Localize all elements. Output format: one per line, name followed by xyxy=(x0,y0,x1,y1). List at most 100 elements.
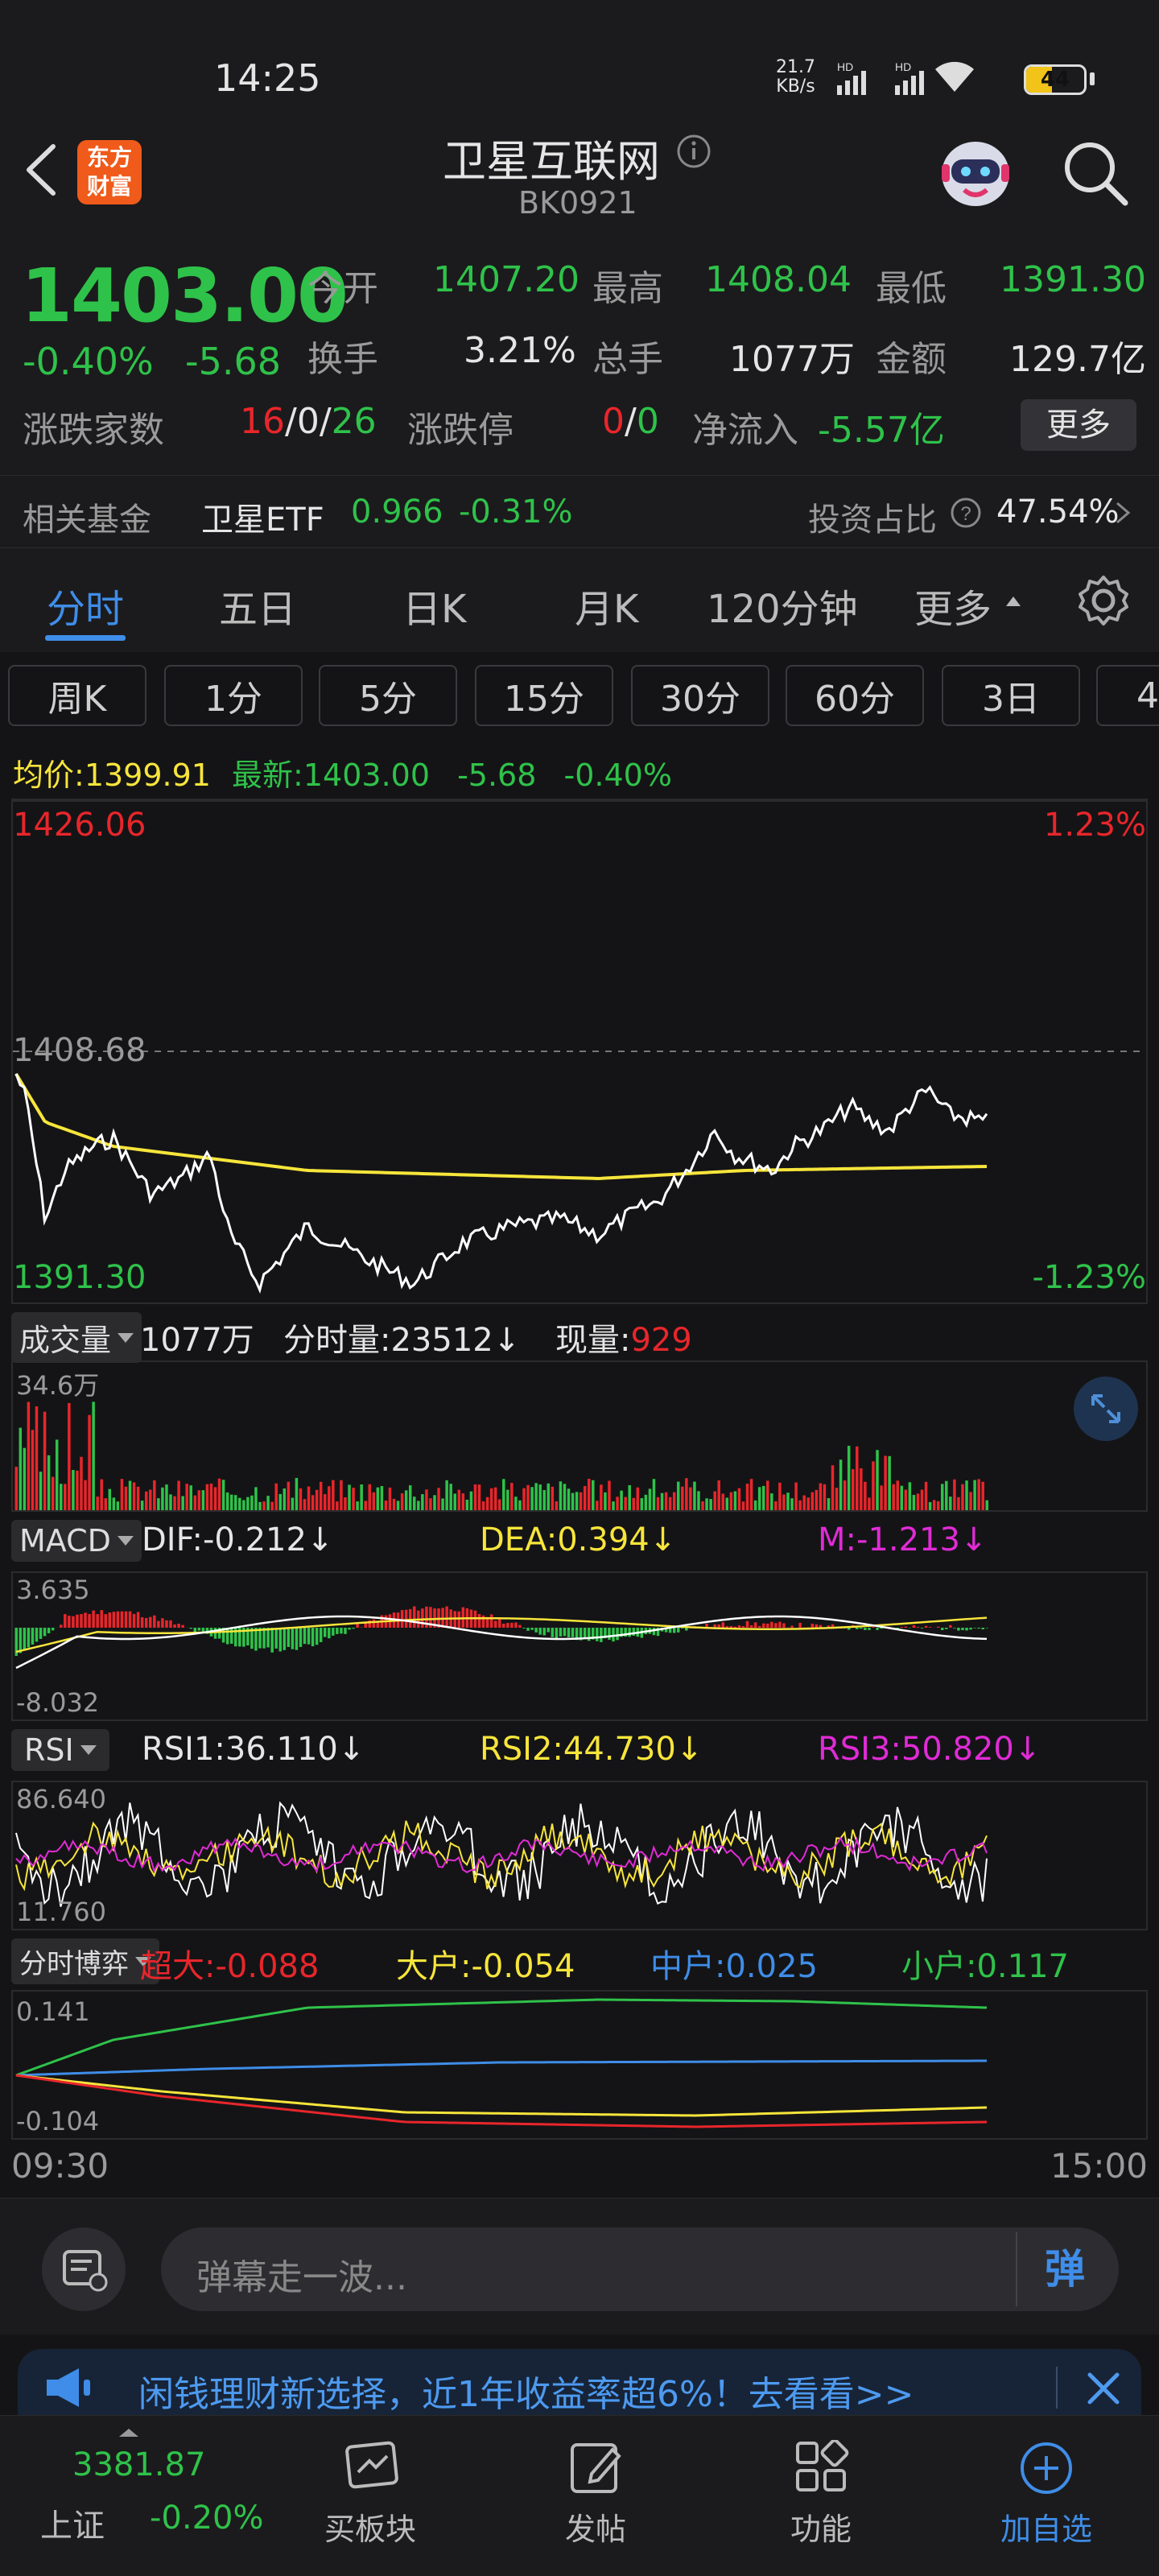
chip-weekly-k[interactable]: 周K xyxy=(8,665,146,726)
nav-buy-sector[interactable]: 买板块 xyxy=(290,2416,451,2576)
volume-bar xyxy=(356,1501,359,1510)
chip-1min[interactable]: 1分 xyxy=(164,665,303,726)
help-icon[interactable]: ? xyxy=(950,497,982,529)
volume-bar xyxy=(19,1427,23,1510)
intraday-price-chart[interactable]: 1426.06 1.23% 1408.68 1391.30 -1.23% xyxy=(11,799,1148,1304)
volume-bar xyxy=(100,1479,103,1510)
open-value: 1407.20 xyxy=(433,259,580,300)
volume-bar xyxy=(620,1490,623,1510)
volume-bar xyxy=(713,1491,716,1510)
chip-3day[interactable]: 3日 xyxy=(942,665,1080,726)
macd-bar xyxy=(68,1616,71,1628)
rsi2-arrow: ↓ xyxy=(675,1731,703,1768)
tab-120min[interactable]: 120分钟 xyxy=(707,577,858,634)
macd-top: 3.635 xyxy=(16,1575,90,1605)
settings-gear-icon[interactable] xyxy=(1075,572,1132,629)
chip-15min[interactable]: 15分 xyxy=(475,665,613,726)
macd-bar xyxy=(790,1625,794,1628)
chip-60min[interactable]: 60分 xyxy=(786,665,924,726)
amount-label: 金额 xyxy=(876,339,947,380)
nav-functions-label: 功能 xyxy=(790,2512,852,2547)
macd-bar xyxy=(497,1618,501,1628)
volume-bar xyxy=(238,1497,241,1510)
macd-bar xyxy=(916,1627,920,1628)
robot-assistant-icon[interactable] xyxy=(934,132,1017,216)
related-fund-row[interactable]: 相关基金 卫星ETF 0.966 -0.31% 投资占比 ? 47.54% xyxy=(0,475,1159,547)
nav-post[interactable]: 发帖 xyxy=(515,2416,676,2576)
expand-icon[interactable] xyxy=(1072,1375,1140,1443)
volume-bar xyxy=(761,1485,765,1510)
chip-5min[interactable]: 5分 xyxy=(319,665,457,726)
volume-bar xyxy=(376,1487,380,1510)
danmaku-input[interactable]: 弹幕走一波... 弹 xyxy=(161,2227,1119,2311)
macd-bar xyxy=(457,1611,461,1628)
fund-label: 相关基金 xyxy=(23,502,151,539)
flow-selector[interactable]: 分时博弈 xyxy=(11,1938,159,1984)
volume-bar xyxy=(985,1500,988,1510)
tick-volume-value: 分时量:23512 xyxy=(283,1322,493,1359)
net-speed-unit: KB/s xyxy=(776,76,815,97)
macd-bar xyxy=(372,1619,376,1628)
low-label: 最低 xyxy=(876,268,947,309)
volume-bar xyxy=(547,1483,551,1510)
back-icon[interactable] xyxy=(21,142,61,198)
macd-bar xyxy=(928,1627,932,1628)
pct-axis-top: 1.23% xyxy=(1043,807,1146,844)
macd-bar xyxy=(169,1620,172,1628)
volume-selector[interactable]: 成交量 xyxy=(11,1312,142,1363)
volume-bar xyxy=(246,1496,250,1510)
rsi-selector[interactable]: RSI xyxy=(11,1729,109,1771)
macd-bar xyxy=(761,1623,765,1628)
macd-bar xyxy=(912,1625,916,1628)
flow-top: 0.141 xyxy=(16,1996,90,2027)
tab-more[interactable]: 更多 xyxy=(914,577,992,634)
flow-chart[interactable]: 0.141 -0.104 xyxy=(11,1990,1148,2140)
macd-bar xyxy=(177,1623,180,1628)
volume-bar xyxy=(258,1501,262,1510)
macd-bar xyxy=(311,1628,315,1647)
chip-30min[interactable]: 30分 xyxy=(631,665,769,726)
volume-bar xyxy=(348,1484,351,1510)
macd-bar xyxy=(493,1620,497,1628)
tab-daily-k[interactable]: 日K xyxy=(402,577,466,634)
chip-4[interactable]: 4 xyxy=(1096,665,1159,726)
search-icon[interactable] xyxy=(1059,137,1132,209)
nav-functions[interactable]: 功能 xyxy=(740,2416,901,2576)
tab-monthly-k[interactable]: 月K xyxy=(575,577,638,634)
status-bar: 14:25 21.7 KB/s HD HD 44 xyxy=(0,0,1159,121)
macd-bar xyxy=(953,1628,956,1629)
current-volume: 现量:929 xyxy=(555,1314,692,1360)
flow-bottom: -0.104 xyxy=(16,2106,100,2136)
close-icon[interactable] xyxy=(1085,2370,1122,2407)
volume-bar xyxy=(225,1492,229,1510)
flow-large: 大户:-0.054 xyxy=(396,1948,575,1985)
volume-bar xyxy=(835,1488,839,1510)
volume-bar xyxy=(307,1486,311,1510)
volume-chart[interactable]: 34.6万 xyxy=(11,1360,1148,1512)
volume-bar xyxy=(810,1492,815,1510)
chevron-right-icon[interactable] xyxy=(1114,500,1133,526)
volume-bar xyxy=(364,1501,367,1510)
rsi-chart[interactable]: 86.640 11.760 xyxy=(11,1781,1148,1930)
volume-bar xyxy=(76,1470,79,1510)
volume-bar xyxy=(396,1501,400,1510)
volume-bar xyxy=(315,1489,319,1510)
volume-bar xyxy=(717,1480,720,1510)
volume-bar xyxy=(64,1484,67,1510)
macd-selector[interactable]: MACD xyxy=(11,1520,142,1562)
volume-bar xyxy=(864,1481,867,1510)
macd-chart[interactable]: 3.635 -8.032 xyxy=(11,1571,1148,1721)
volume-bar xyxy=(737,1488,741,1510)
tab-intraday[interactable]: 分时 xyxy=(47,577,124,634)
tab-five-day[interactable]: 五日 xyxy=(219,577,296,634)
more-button[interactable]: 更多 xyxy=(1021,399,1136,451)
index-ticker[interactable]: 3381.87 上证 -0.20% xyxy=(0,2416,274,2576)
info-icon[interactable] xyxy=(676,134,711,169)
macd-bar xyxy=(961,1628,964,1631)
volume-bar xyxy=(640,1497,644,1510)
nav-add-watchlist[interactable]: 加自选 xyxy=(966,2416,1127,2576)
danmaku-toggle-button[interactable]: 弹 xyxy=(1016,2232,1112,2306)
volume-bar xyxy=(843,1480,847,1510)
macd-bar xyxy=(526,1628,530,1631)
comment-list-button[interactable] xyxy=(42,2227,126,2311)
